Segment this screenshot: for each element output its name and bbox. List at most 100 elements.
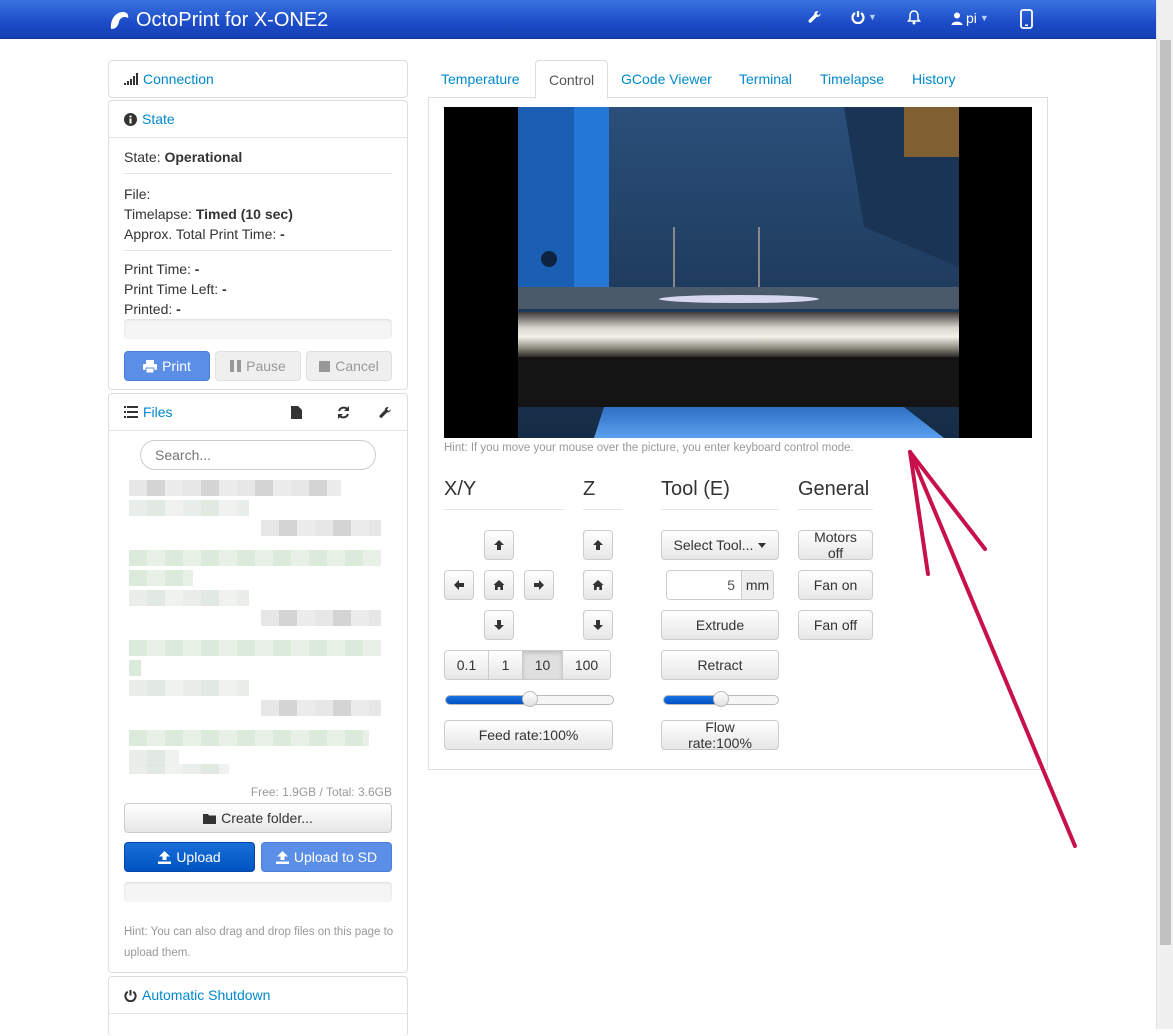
wrench-icon[interactable] xyxy=(808,10,822,24)
shutdown-title: Automatic Shutdown xyxy=(142,987,271,1003)
jog-x-minus-button[interactable] xyxy=(444,570,474,600)
step-0-1-button[interactable]: 0.1 xyxy=(445,651,489,679)
home-icon xyxy=(493,580,505,590)
main-tabs: Temperature Control GCode Viewer Termina… xyxy=(428,60,1048,99)
arrow-down-icon xyxy=(494,620,504,630)
flow-rate-slider-handle[interactable] xyxy=(713,691,729,707)
step-10-button[interactable]: 10 xyxy=(523,651,563,679)
home-xy-button[interactable] xyxy=(484,570,514,600)
caret-down-icon xyxy=(758,542,767,548)
navbar: OctoPrint for X-ONE2 ▼ pi ▼ xyxy=(0,0,1173,39)
tab-gcode-viewer[interactable]: GCode Viewer xyxy=(608,60,725,98)
connection-title: Connection xyxy=(143,71,214,87)
arrow-up-icon xyxy=(494,540,504,550)
extrude-amount-input[interactable] xyxy=(667,571,741,599)
extrude-button[interactable]: Extrude xyxy=(661,610,779,640)
motors-off-button[interactable]: Motors off xyxy=(798,529,873,561)
cancel-button[interactable]: Cancel xyxy=(306,351,392,381)
files-hint: Hint: You can also drag and drop files o… xyxy=(124,926,394,959)
bell-icon[interactable] xyxy=(907,10,921,25)
step-1-button[interactable]: 1 xyxy=(489,651,523,679)
arrow-down-icon xyxy=(593,620,603,630)
webcam-image xyxy=(444,107,1032,438)
tab-temperature[interactable]: Temperature xyxy=(428,60,533,98)
create-folder-button[interactable]: Create folder... xyxy=(124,803,392,833)
divider xyxy=(124,173,392,174)
file-icon[interactable] xyxy=(291,405,302,419)
file-list[interactable] xyxy=(129,480,381,780)
list-item[interactable] xyxy=(129,500,249,516)
state-header[interactable]: State xyxy=(109,101,407,138)
tab-control[interactable]: Control xyxy=(535,60,609,99)
print-button[interactable]: Print xyxy=(124,351,210,381)
file-line: File: xyxy=(124,186,151,202)
shutdown-header[interactable]: Automatic Shutdown xyxy=(109,977,407,1014)
list-item[interactable] xyxy=(261,520,381,536)
arrow-left-icon xyxy=(454,580,464,590)
files-title: Files xyxy=(143,404,173,420)
list-item[interactable] xyxy=(129,590,249,606)
upload-sd-button[interactable]: Upload to SD xyxy=(261,842,392,872)
wrench-icon[interactable] xyxy=(379,406,392,419)
list-item[interactable] xyxy=(129,640,381,656)
fan-off-button[interactable]: Fan off xyxy=(798,610,873,640)
connection-panel: Connection xyxy=(108,60,408,98)
state-value: Operational xyxy=(164,149,243,165)
extrude-unit: mm xyxy=(741,571,773,599)
brand[interactable]: OctoPrint for X-ONE2 xyxy=(108,6,328,34)
flow-rate-slider[interactable] xyxy=(663,691,779,707)
feed-rate-slider-handle[interactable] xyxy=(521,691,538,707)
home-z-button[interactable] xyxy=(583,570,613,600)
webcam-stream[interactable] xyxy=(444,107,1032,438)
feed-rate-slider[interactable] xyxy=(445,691,614,707)
upload-button[interactable]: Upload xyxy=(124,842,255,872)
shutdown-panel: Automatic Shutdown xyxy=(108,976,408,1036)
list-item[interactable] xyxy=(129,480,341,496)
mobile-icon[interactable] xyxy=(1020,9,1033,29)
user-menu[interactable]: pi ▼ xyxy=(951,10,989,26)
jog-z-plus-button[interactable] xyxy=(583,530,613,560)
list-item[interactable] xyxy=(129,570,193,586)
print-time-line: Print Time: - xyxy=(124,261,200,277)
scrollbar-thumb[interactable] xyxy=(1160,40,1171,945)
select-tool-dropdown[interactable]: Select Tool... xyxy=(661,530,779,560)
state-line: State: Operational xyxy=(124,149,243,165)
jog-x-plus-button[interactable] xyxy=(524,570,554,600)
tab-terminal[interactable]: Terminal xyxy=(726,60,805,98)
step-100-button[interactable]: 100 xyxy=(563,651,610,679)
files-search-input[interactable] xyxy=(140,440,376,470)
annotation-arrow xyxy=(908,450,1077,848)
tab-timelapse[interactable]: Timelapse xyxy=(807,60,897,98)
jog-step-selector[interactable]: 0.1 1 10 100 xyxy=(444,650,611,680)
chevron-down-icon: ▼ xyxy=(979,13,989,23)
jog-y-minus-button[interactable] xyxy=(484,610,514,640)
flow-rate-button[interactable]: Flow rate:100% xyxy=(661,719,779,751)
list-item[interactable] xyxy=(129,660,141,676)
list-item[interactable] xyxy=(129,764,229,774)
list-item[interactable] xyxy=(129,550,381,566)
home-icon xyxy=(592,580,604,590)
fan-on-button[interactable]: Fan on xyxy=(798,570,873,600)
jog-y-plus-button[interactable] xyxy=(484,530,514,560)
connection-header[interactable]: Connection xyxy=(109,61,407,97)
refresh-icon[interactable] xyxy=(337,405,350,419)
retract-button[interactable]: Retract xyxy=(661,650,779,680)
list-item[interactable] xyxy=(129,730,369,746)
power-icon[interactable]: ▼ xyxy=(851,10,877,24)
tab-history[interactable]: History xyxy=(899,60,969,98)
files-header[interactable]: Files xyxy=(109,394,407,431)
list-item[interactable] xyxy=(261,700,381,716)
timelapse-line: Timelapse: Timed (10 sec) xyxy=(124,206,293,222)
print-progress-bar xyxy=(124,319,392,339)
general-title: General xyxy=(798,478,873,510)
user-icon xyxy=(951,12,963,25)
tool-title: Tool (E) xyxy=(661,478,779,510)
page-scrollbar[interactable] xyxy=(1156,0,1173,1029)
pause-button[interactable]: Pause xyxy=(215,351,301,381)
state-panel: State State: Operational File: Timelapse… xyxy=(108,100,408,390)
feed-rate-button[interactable]: Feed rate:100% xyxy=(444,720,613,750)
list-item[interactable] xyxy=(129,680,249,696)
jog-z-minus-button[interactable] xyxy=(583,610,613,640)
brand-title: OctoPrint for X-ONE2 xyxy=(136,8,329,31)
list-item[interactable] xyxy=(261,610,381,626)
